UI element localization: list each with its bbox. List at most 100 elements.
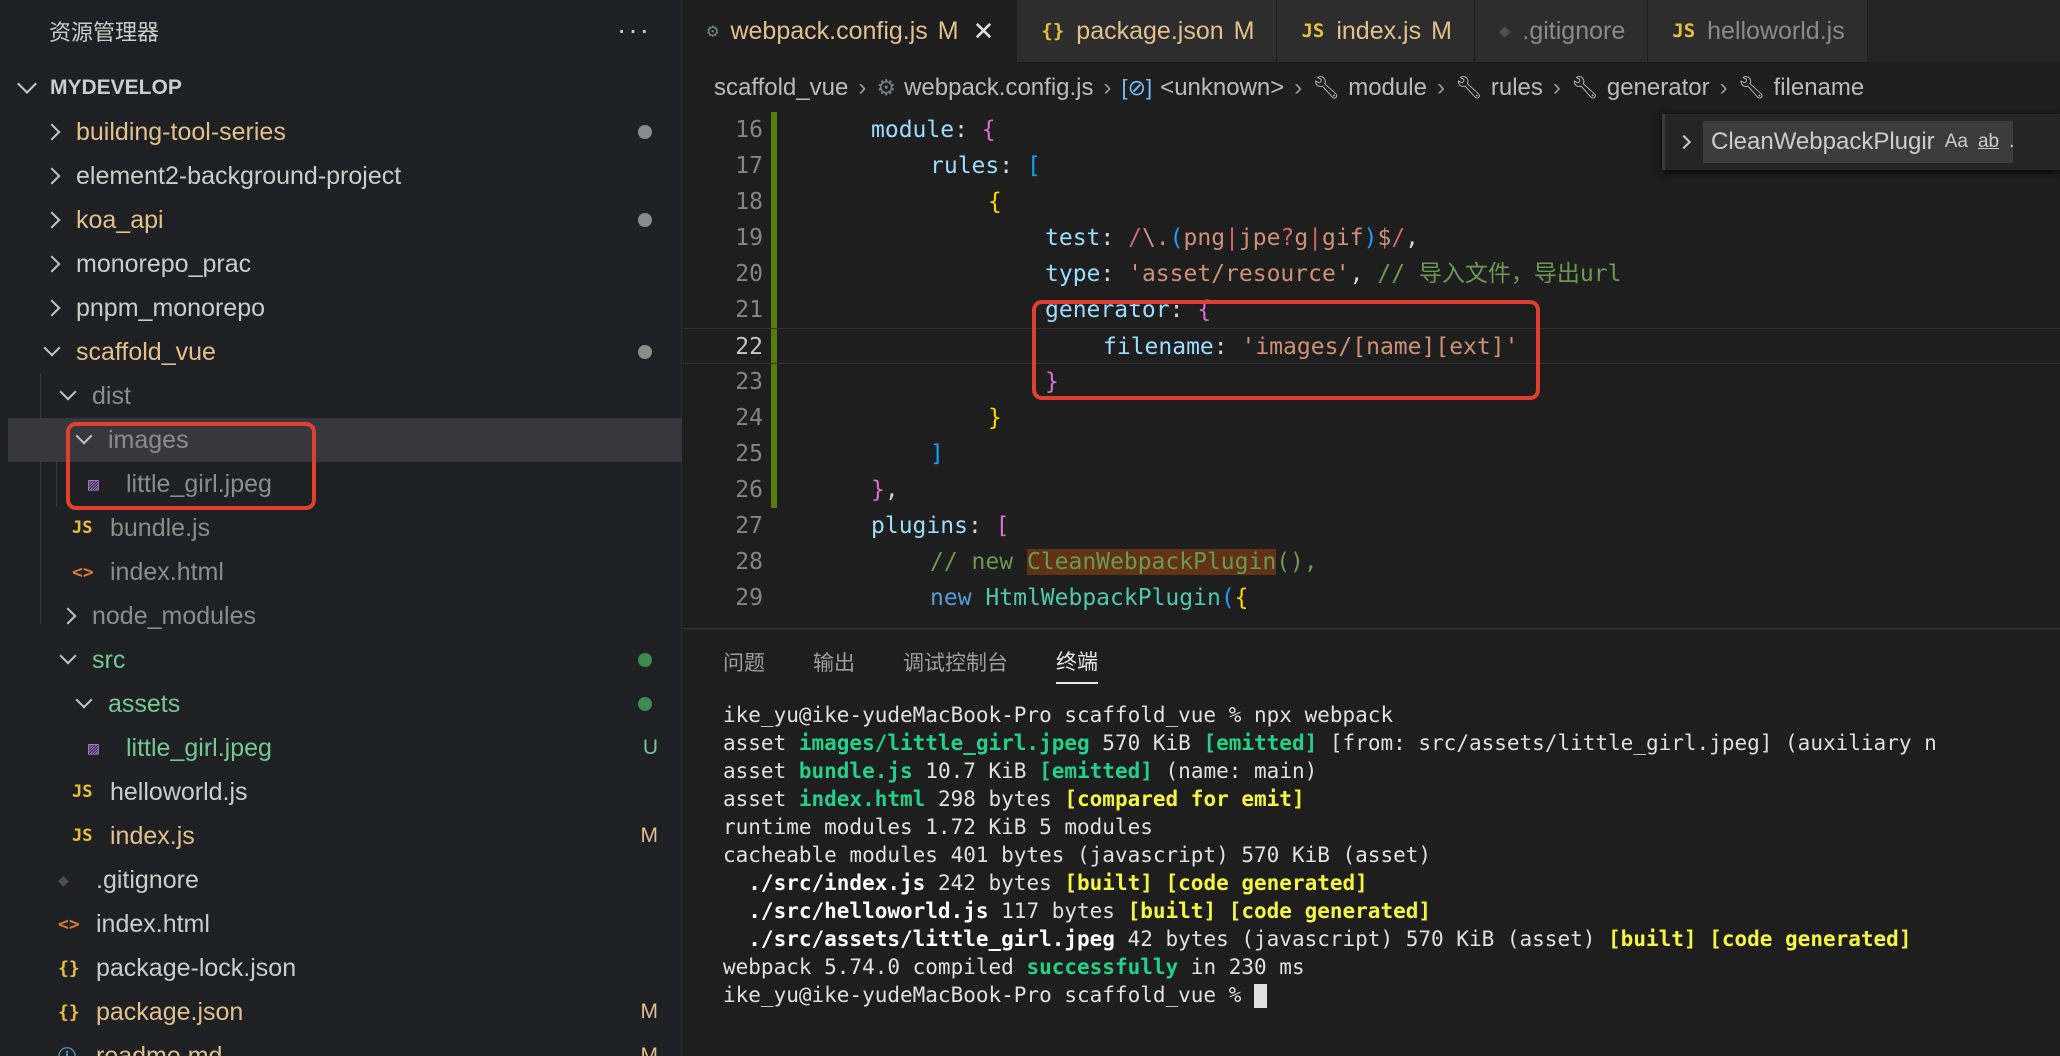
line-number: 18 [735, 189, 763, 215]
line-number: 16 [735, 117, 763, 143]
tree-item-label: index.js [110, 821, 195, 850]
tree-item-label: index.html [110, 557, 224, 586]
js-file-icon: JS [1672, 20, 1696, 42]
tab-index-js[interactable]: JS index.js M [1277, 0, 1475, 62]
close-icon[interactable]: ✕ [973, 16, 995, 47]
tree-item-label: bundle.js [110, 513, 211, 542]
tree-item-file[interactable]: {} package-lock.json [8, 946, 682, 990]
tree-item-label: .gitignore [96, 865, 199, 894]
wrench-icon: 🔧︎ [1454, 75, 1483, 100]
code-text: type: 'asset/resource', // 导入文件，导出url [1045, 261, 1622, 287]
code-text: ] [930, 441, 944, 467]
modified-indicator: M [937, 16, 959, 45]
line-number: 22 [735, 334, 763, 360]
tree-item-label: node_modules [92, 601, 257, 630]
terminal-text: 10.7 KiB [912, 759, 1040, 783]
tree-item-file[interactable]: JS bundle.js [8, 506, 682, 550]
line-number: 26 [735, 477, 763, 503]
git-status-badge: M [640, 1044, 659, 1056]
tree-item-file[interactable]: {} package.json M [8, 990, 682, 1034]
tree-item-label: package-lock.json [96, 953, 297, 982]
chevron-right-icon [59, 607, 77, 625]
tab-webpack-config[interactable]: ⚙ webpack.config.js M ✕ [683, 0, 1018, 62]
line-number: 24 [735, 405, 763, 431]
breadcrumb-item[interactable]: scaffold_vue [714, 74, 848, 102]
git-file-icon: ◆ [1498, 20, 1511, 42]
tree-item-folder[interactable]: scaffold_vue [8, 330, 682, 374]
breadcrumb-item[interactable]: filename [1774, 74, 1865, 102]
tree-item-folder[interactable]: assets [8, 682, 682, 726]
variable-icon: [⊘] [1121, 75, 1153, 100]
chevron-right-icon [43, 211, 61, 229]
git-status-badge: U [642, 736, 658, 759]
tree-item-file[interactable]: <> index.html [8, 550, 682, 594]
breadcrumb-item[interactable]: webpack.config.js [904, 74, 1093, 102]
tree-item-file[interactable]: <> index.html [8, 902, 682, 946]
tree-item-file[interactable]: JS index.js M [8, 814, 682, 858]
tree-item-file[interactable]: ▨ little_girl.jpeg U [8, 726, 682, 770]
chevron-right-icon[interactable] [1676, 134, 1692, 150]
tree-item-file[interactable]: ⓘ readme.md M [8, 1034, 682, 1056]
tree-item-folder[interactable]: building-tool-series [8, 110, 682, 154]
tree-item-file[interactable]: JS helloworld.js [8, 770, 682, 814]
code-text: { [988, 189, 1002, 215]
line-number: 20 [735, 261, 763, 287]
tab-label: helloworld.js [1707, 16, 1845, 45]
tree-item-label: dist [92, 381, 131, 410]
status-dot [638, 653, 652, 667]
find-widget: CleanWebpackPlugir Aa ab .* [1662, 114, 2060, 170]
tab-problems[interactable]: 问题 [723, 647, 765, 683]
tree-item-folder[interactable]: koa_api [8, 198, 682, 242]
tab-output[interactable]: 输出 [813, 647, 855, 683]
terminal-line: ./src/helloworld.js 117 bytes [built] [c… [723, 897, 2060, 925]
terminal-text: 117 bytes [988, 899, 1128, 923]
code-line: 27 plugins: [ [683, 508, 2060, 544]
terminal-line: ./src/index.js 242 bytes [built] [code g… [723, 869, 2060, 897]
js-file-icon: JS [1301, 20, 1325, 42]
tab-terminal[interactable]: 终端 [1056, 646, 1098, 684]
tree-item-folder[interactable]: node_modules [8, 594, 682, 638]
line-number: 17 [735, 153, 763, 179]
line-number: 19 [735, 225, 763, 251]
terminal-text: webpack 5.74.0 compiled [723, 955, 1027, 979]
terminal-prompt: ike_yu@ike-yudeMacBook-Pro scaffold_vue … [723, 703, 1255, 727]
code-line: 19 test: /\.(png|jpe?g|gif)$/, [683, 220, 2060, 256]
match-whole-word-icon[interactable]: ab [1978, 131, 1999, 153]
code-editor[interactable]: 16 module: { 17 rules: [ 18 { 19 test: /\.(p… [683, 112, 2060, 626]
tab-label: index.js [1336, 16, 1422, 45]
line-number: 28 [735, 549, 763, 575]
breadcrumb-item[interactable]: rules [1491, 74, 1543, 102]
code-line: 20 type: 'asset/resource', // 导入文件，导出url [683, 256, 2060, 292]
code-line: 26}, [683, 472, 2060, 508]
more-actions-icon[interactable]: ··· [617, 14, 651, 46]
tab-debug-console[interactable]: 调试控制台 [903, 647, 1008, 683]
terminal-line: asset index.html 298 bytes [compared for… [723, 785, 2060, 813]
terminal-line: asset images/little_girl.jpeg 570 KiB [e… [723, 729, 2060, 757]
chevron-right-icon [43, 123, 61, 141]
terminal-input-line[interactable]: ike_yu@ike-yudeMacBook-Pro scaffold_vue … [723, 981, 2060, 1009]
breadcrumb-item[interactable]: generator [1607, 74, 1710, 102]
tree-item-folder[interactable]: pnpm_monorepo [8, 286, 682, 330]
tab-package-json[interactable]: {} package.json M [1017, 0, 1278, 62]
tree-item-folder[interactable]: element2-background-project [8, 154, 682, 198]
tab-gitignore[interactable]: ◆ .gitignore [1474, 0, 1649, 62]
regex-icon[interactable]: .* [2009, 131, 2013, 153]
tree-item-folder[interactable]: dist [8, 374, 682, 418]
breadcrumb-item[interactable]: module [1348, 74, 1427, 102]
terminal-text: [compared for emit] [1064, 787, 1305, 811]
chevron-down-icon [43, 339, 61, 357]
js-file-icon: JS [72, 518, 93, 538]
tab-helloworld-js[interactable]: JS helloworld.js [1648, 0, 1868, 62]
match-case-icon[interactable]: Aa [1945, 131, 1968, 153]
tree-item-folder[interactable]: monorepo_prac [8, 242, 682, 286]
breadcrumb-item[interactable]: <unknown> [1160, 74, 1284, 102]
git-status-badge: M [640, 824, 659, 847]
chevron-right-icon [43, 167, 61, 185]
json-file-icon: {} [58, 957, 80, 979]
tree-item-file[interactable]: ◆ .gitignore [8, 858, 682, 902]
find-input[interactable]: CleanWebpackPlugir Aa ab .* [1703, 121, 2013, 163]
workspace-section[interactable]: MYDEVELOP [0, 66, 682, 110]
tab-label: package.json [1076, 16, 1224, 45]
image-file-icon: ▨ [88, 737, 99, 759]
tree-item-folder[interactable]: src [8, 638, 682, 682]
